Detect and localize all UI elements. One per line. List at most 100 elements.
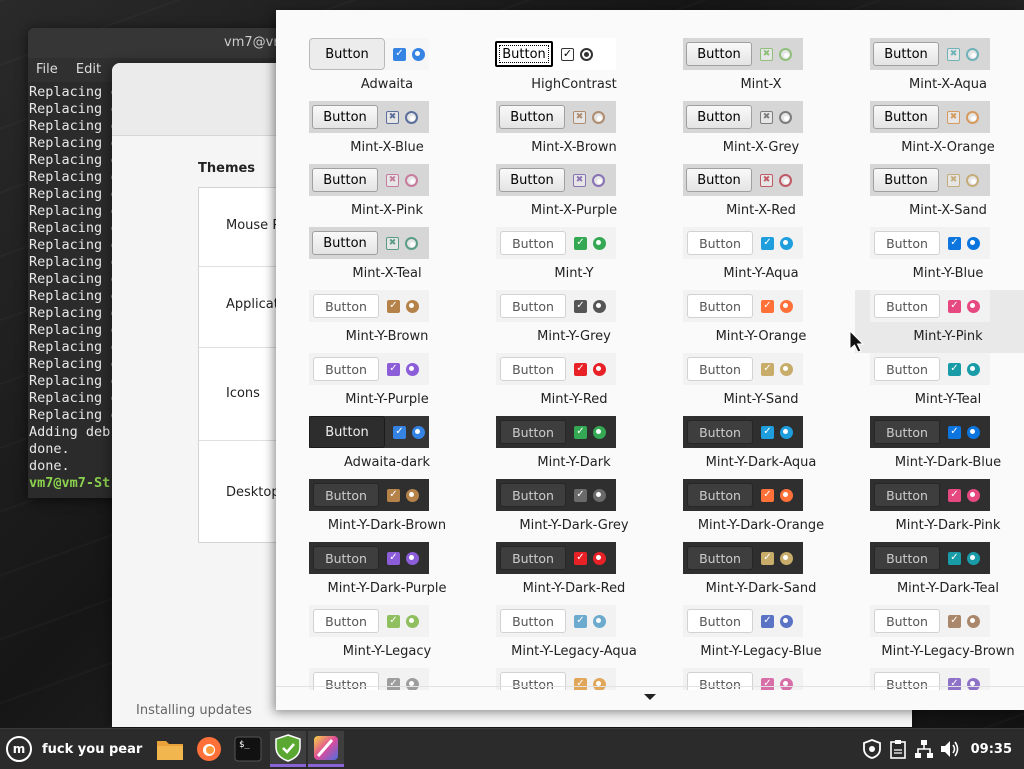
theme-option[interactable]: Button ✓ Mint-Y-Dark-Blue xyxy=(855,416,1024,479)
preview-checkbox-icon: ✓ xyxy=(387,488,400,502)
theme-option[interactable]: Button ✓ Mint-Y xyxy=(481,227,667,290)
theme-option[interactable]: Button ✖ Mint-X-Blue xyxy=(294,101,480,164)
firefox-icon[interactable] xyxy=(191,731,227,767)
volume-icon[interactable] xyxy=(939,738,961,760)
network-icon[interactable] xyxy=(913,738,935,760)
theme-option[interactable]: Button ✓ Mint-Y-Grey xyxy=(481,290,667,353)
theme-option[interactable]: Button ✖ Mint-X-Brown xyxy=(481,101,667,164)
theme-option[interactable]: Button ✓ Mint-Y-Dark-Pink xyxy=(855,479,1024,542)
theme-option[interactable]: Button ✖ Mint-X xyxy=(668,38,854,101)
theme-preview: Button ✖ xyxy=(309,164,429,196)
theme-option[interactable]: Button ✓ Mint-Y-Dark-Sand xyxy=(668,542,854,605)
theme-option[interactable]: Button ✓ Mint-Y-Dark-Purple xyxy=(294,542,480,605)
theme-option[interactable]: Button ✓ Mint-Y-Dark-Aqua xyxy=(668,416,854,479)
preview-checkbox-icon: ✖ xyxy=(573,173,586,187)
theme-name-label: Mint-Y-Legacy-Brown xyxy=(881,644,1015,659)
preview-button: Button xyxy=(499,105,565,129)
menu-file[interactable]: File xyxy=(28,58,64,77)
theme-option[interactable]: Button ✓ Mint-Y-Dark-Brown xyxy=(294,479,480,542)
preview-button: Button xyxy=(500,483,566,507)
preview-button: Button xyxy=(500,231,566,255)
preview-radio-icon xyxy=(593,488,606,502)
preview-button: Button xyxy=(873,168,939,192)
theme-option[interactable]: Button ✓ Mint-Y-Aqua xyxy=(668,227,854,290)
preview-button: Button xyxy=(874,420,940,444)
chevron-down-icon[interactable] xyxy=(644,694,656,700)
theme-option[interactable]: Button ✓ Mint-Y-Teal xyxy=(855,353,1024,416)
theme-preview: Button ✖ xyxy=(309,101,429,133)
preview-radio-icon xyxy=(966,47,979,61)
preview-radio-icon xyxy=(967,425,980,439)
preview-checkbox-icon: ✖ xyxy=(760,173,773,187)
themes-icon[interactable] xyxy=(308,731,344,767)
theme-option[interactable]: Button ✖ Mint-X-Grey xyxy=(668,101,854,164)
theme-option[interactable]: Button ✓ Mint-Y-Legacy-Brown xyxy=(855,605,1024,668)
theme-preview: Button ✖ xyxy=(870,38,990,70)
theme-option[interactable]: Button ✓ Mint-Y-Blue xyxy=(855,227,1024,290)
preview-checkbox-icon: ✓ xyxy=(948,488,961,502)
theme-option[interactable]: Button ✖ Mint-X-Purple xyxy=(481,164,667,227)
theme-option[interactable]: Button ✓ Adwaita-dark xyxy=(294,416,480,479)
theme-option[interactable]: Button ✓ Mint-Y-Dark-Red xyxy=(481,542,667,605)
preview-checkbox-icon: ✓ xyxy=(387,677,400,690)
theme-option[interactable]: Button ✓ Mint-Y-Pink xyxy=(855,290,1024,353)
theme-name-label: Mint-Y-Dark-Pink xyxy=(895,518,1001,533)
theme-option[interactable]: Button ✓ Mint-Y-Legacy-Blue xyxy=(668,605,854,668)
preview-button: Button xyxy=(687,672,753,690)
theme-option[interactable]: Button ✓ Adwaita xyxy=(294,38,480,101)
preview-button: Button xyxy=(495,41,553,67)
preview-radio-icon xyxy=(405,110,418,124)
theme-option[interactable]: Button ✓ Mint-Y-Brown xyxy=(294,290,480,353)
theme-option[interactable]: Button ✖ Mint-X-Sand xyxy=(855,164,1024,227)
preview-radio-icon xyxy=(967,614,980,628)
theme-option[interactable]: Button ✓ Mint-Y-Legacy xyxy=(294,605,480,668)
theme-option[interactable]: Button ✓ Mint-Y-Purple xyxy=(294,353,480,416)
preview-radio-icon xyxy=(780,236,793,250)
theme-name-label: Mint-X-Pink xyxy=(350,203,424,218)
theme-option[interactable]: Button ✓ HighContrast xyxy=(481,38,667,101)
preview-radio-icon xyxy=(405,173,418,187)
preview-button: Button xyxy=(313,546,379,570)
svg-text:$_: $_ xyxy=(239,740,250,750)
preview-button: Button xyxy=(500,546,566,570)
theme-name-label: Adwaita-dark xyxy=(344,455,430,470)
theme-option[interactable]: Button ✖ Mint-X-Pink xyxy=(294,164,480,227)
theme-name-label: Mint-X-Grey xyxy=(722,140,800,155)
menu-edit[interactable]: Edit xyxy=(68,58,107,77)
theme-name-label: Mint-Y-Aqua xyxy=(723,266,799,281)
terminal-icon[interactable]: $_ xyxy=(230,731,266,767)
preview-button: Button xyxy=(500,420,566,444)
theme-preview: Button ✓ xyxy=(683,290,803,322)
preview-checkbox-icon: ✓ xyxy=(393,425,406,439)
theme-option[interactable]: Button ✖ Mint-X-Teal xyxy=(294,227,480,290)
theme-option[interactable]: Button ✓ Mint-Y-Dark-Teal xyxy=(855,542,1024,605)
theme-option[interactable]: Button ✓ Mint-Y-Dark xyxy=(481,416,667,479)
theme-option[interactable]: Button ✓ Mint-Y-Legacy-Aqua xyxy=(481,605,667,668)
theme-name-label: Mint-Y-Dark-Grey xyxy=(519,518,629,533)
preview-radio-icon xyxy=(580,47,593,61)
clipboard-icon[interactable] xyxy=(887,738,909,760)
theme-option[interactable]: Button ✓ Mint-Y-Sand xyxy=(668,353,854,416)
menu-button[interactable]: m fuck you pear xyxy=(4,733,142,765)
preview-radio-icon xyxy=(593,551,606,565)
theme-name-label: Mint-X-Purple xyxy=(530,203,618,218)
theme-option[interactable]: Button ✓ Mint-Y-Orange xyxy=(668,290,854,353)
files-icon[interactable] xyxy=(152,731,188,767)
theme-name-label: Mint-Y-Dark-Teal xyxy=(896,581,1000,596)
popover-divider xyxy=(276,686,1024,687)
preview-button: Button xyxy=(874,231,940,255)
theme-option[interactable]: Button ✖ Mint-X-Aqua xyxy=(855,38,1024,101)
preview-radio-icon xyxy=(406,488,419,502)
theme-option[interactable]: Button ✖ Mint-X-Red xyxy=(668,164,854,227)
clock[interactable]: 09:35 xyxy=(971,742,1012,757)
preview-radio-icon xyxy=(406,677,419,690)
theme-preview: Button ✖ xyxy=(309,227,429,259)
theme-option[interactable]: Button ✓ Mint-Y-Dark-Orange xyxy=(668,479,854,542)
shield-icon[interactable] xyxy=(861,738,883,760)
theme-option[interactable]: Button ✖ Mint-X-Orange xyxy=(855,101,1024,164)
theme-option[interactable]: Button ✓ Mint-Y-Red xyxy=(481,353,667,416)
theme-preview: Button ✓ xyxy=(683,605,803,637)
theme-option[interactable]: Button ✓ Mint-Y-Dark-Grey xyxy=(481,479,667,542)
update-manager-icon[interactable] xyxy=(270,731,306,767)
preview-checkbox-icon: ✓ xyxy=(574,551,587,565)
